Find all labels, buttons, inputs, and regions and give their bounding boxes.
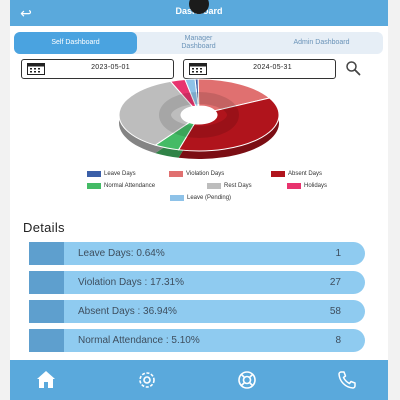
tab-admin-dashboard[interactable]: Admin Dashboard — [260, 32, 383, 54]
tab-self-dashboard[interactable]: Self Dashboard — [14, 32, 137, 54]
support-icon[interactable] — [235, 368, 259, 392]
legend-item-leave-days: Leave Days — [87, 171, 136, 177]
legend-row-2: Normal Attendance Rest Days Holidays — [10, 183, 388, 193]
bottom-nav — [10, 360, 388, 400]
legend-item-holidays: Holidays — [287, 183, 327, 189]
settings-icon[interactable] — [135, 368, 159, 392]
calendar-icon — [189, 63, 207, 75]
row-accent — [29, 242, 64, 265]
legend-item-violation-days: Violation Days — [169, 171, 224, 177]
home-icon[interactable] — [34, 368, 58, 392]
legend-swatch — [287, 183, 301, 189]
row-accent — [29, 271, 64, 294]
detail-row-violation-days[interactable]: Violation Days : 17.31% 27 — [29, 271, 365, 294]
device-frame: ↩ Dashboard Self Dashboard Manager Dashb… — [0, 0, 400, 400]
detail-row-absent-days[interactable]: Absent Days : 36.94% 58 — [29, 300, 365, 323]
end-date-value: 2024-05-31 — [253, 64, 292, 71]
legend-label: Holidays — [304, 183, 328, 189]
legend-row-3: Leave (Pending) — [10, 195, 388, 205]
row-accent — [29, 329, 64, 352]
detail-count: 8 — [335, 335, 341, 346]
detail-label: Leave Days: 0.64% — [78, 248, 165, 259]
legend-swatch — [207, 183, 221, 189]
legend-label: Violation Days — [186, 171, 225, 177]
detail-count: 58 — [329, 306, 341, 317]
detail-count: 27 — [329, 277, 341, 288]
tab-manager-dashboard[interactable]: Manager Dashboard — [137, 32, 260, 54]
legend-swatch — [170, 195, 184, 201]
legend-label: Absent Days — [288, 171, 323, 177]
pie-center-hole — [181, 106, 217, 124]
app-screen: ↩ Dashboard Self Dashboard Manager Dashb… — [10, 0, 388, 400]
legend-swatch — [87, 183, 101, 189]
detail-label: Absent Days : 36.94% — [78, 306, 177, 317]
legend-label: Rest Days — [224, 183, 252, 189]
row-accent — [29, 300, 64, 323]
detail-label: Violation Days : 17.31% — [78, 277, 184, 288]
legend-item-leave-pending: Leave (Pending) — [170, 195, 231, 201]
detail-row-normal-attendance[interactable]: Normal Attendance : 5.10% 8 — [29, 329, 365, 352]
legend-swatch — [87, 171, 101, 177]
legend-swatch — [271, 171, 285, 177]
calendar-icon — [27, 63, 45, 75]
end-date-field[interactable]: 2024-05-31 — [183, 59, 336, 79]
search-icon[interactable] — [345, 60, 361, 76]
legend-item-normal-attendance: Normal Attendance — [87, 183, 155, 189]
legend-item-absent-days: Absent Days — [271, 171, 322, 177]
detail-label: Normal Attendance : 5.10% — [78, 335, 200, 346]
app-header: ↩ Dashboard — [10, 0, 388, 26]
legend-label: Leave Days — [104, 171, 136, 177]
legend-swatch — [169, 171, 183, 177]
detail-count: 1 — [335, 248, 341, 259]
dashboard-tabs: Self Dashboard Manager Dashboard Admin D… — [14, 32, 383, 54]
start-date-field[interactable]: 2023-05-01 — [21, 59, 174, 79]
detail-row-leave-days[interactable]: Leave Days: 0.64% 1 — [29, 242, 365, 265]
attendance-pie-chart — [118, 78, 280, 159]
legend-item-rest-days: Rest Days — [207, 183, 252, 189]
details-heading: Details — [23, 220, 65, 235]
legend-label: Leave (Pending) — [187, 195, 232, 201]
start-date-value: 2023-05-01 — [91, 64, 130, 71]
phone-icon[interactable] — [335, 368, 359, 392]
legend-row-1: Leave Days Violation Days Absent Days — [10, 171, 388, 181]
legend-label: Normal Attendance — [104, 183, 156, 189]
